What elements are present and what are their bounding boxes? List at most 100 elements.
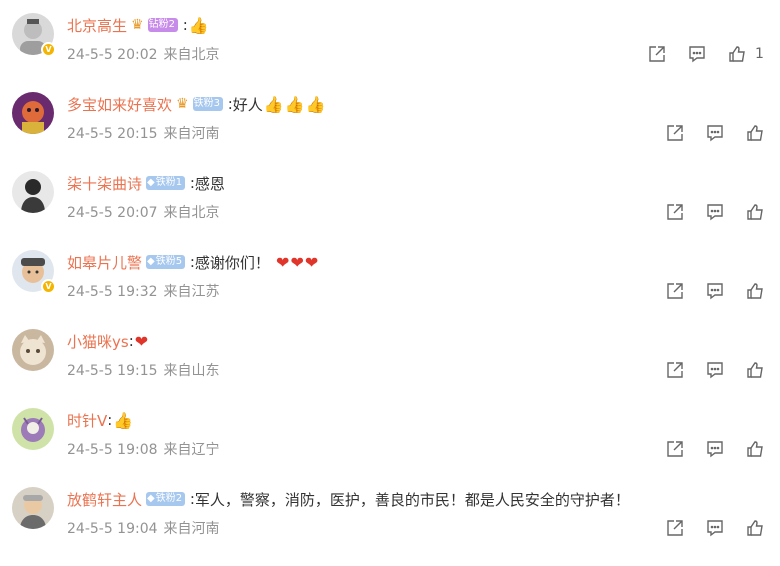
comment-time: 24-5-5 19:15	[67, 363, 158, 379]
avatar[interactable]	[12, 92, 54, 134]
thumbs-up-icon[interactable]	[745, 439, 765, 459]
comment-icon[interactable]	[705, 123, 725, 143]
colon: :	[107, 411, 113, 429]
fan-badge-label: 铁粉3	[193, 98, 220, 109]
like-count: 1	[755, 46, 764, 62]
comment-location: 来自江苏	[163, 284, 220, 300]
comment-meta: 24-5-5 20:07 来自北京	[67, 202, 220, 222]
thumbs-up-icon[interactable]	[745, 360, 765, 380]
colon: :	[128, 332, 134, 350]
comment-item: 柒十柒曲诗 ◆ 铁粉1 : 感恩 24-5-5 20:07 来自北京	[0, 171, 780, 250]
comment-actions	[665, 439, 765, 459]
thumbs-up-icon[interactable]	[745, 281, 765, 301]
username[interactable]: 多宝如来好喜欢	[67, 94, 172, 115]
thumbs-up-emoji: 👍	[263, 94, 284, 114]
colon: :	[185, 490, 195, 508]
comment-meta: 24-5-5 20:02 来自北京	[67, 44, 220, 64]
heart-emoji: ❤	[304, 252, 319, 272]
fan-badge[interactable]: ◆ 铁粉5	[146, 255, 186, 269]
avatar[interactable]	[12, 487, 54, 529]
heart-emoji: ❤	[270, 252, 290, 272]
heart-emoji: ❤	[290, 252, 304, 272]
thumbs-up-icon[interactable]	[727, 44, 747, 64]
fan-badge-label: 钻粉2	[148, 19, 175, 30]
fan-badge[interactable]: 钻粉2	[147, 18, 178, 32]
thumbs-up-emoji: 👍	[188, 15, 209, 35]
comment-meta: 24-5-5 19:32 来自江苏	[67, 281, 220, 301]
colon: :	[222, 95, 233, 113]
comment-icon[interactable]	[705, 281, 725, 301]
share-icon[interactable]	[665, 518, 685, 538]
thumbs-up-icon[interactable]	[745, 202, 765, 222]
fan-badge[interactable]: 铁粉3	[192, 97, 223, 111]
crown-icon: ♛	[131, 17, 144, 33]
username[interactable]: 北京高生	[67, 15, 127, 36]
fan-badge[interactable]: ◆ 铁粉2	[146, 492, 186, 506]
comment-icon[interactable]	[705, 202, 725, 222]
comment-item: 小猫咪ys : ❤ 24-5-5 19:15 来自山东	[0, 329, 780, 408]
fan-badge-label: 铁粉5	[155, 256, 183, 267]
comment-icon[interactable]	[705, 360, 725, 380]
fan-badge-label: 铁粉2	[155, 493, 183, 504]
comment-location: 来自辽宁	[163, 442, 220, 458]
diamond-icon: ◆	[147, 256, 155, 267]
avatar[interactable]	[12, 329, 54, 371]
share-icon[interactable]	[665, 360, 685, 380]
crown-icon: ♛	[176, 96, 189, 112]
comment-meta: 24-5-5 19:04 来自河南	[67, 518, 220, 538]
share-icon[interactable]	[647, 44, 667, 64]
comment-actions	[665, 518, 765, 538]
comment-time: 24-5-5 19:08	[67, 442, 158, 458]
comment-text: 军人，警察，消防，医护，善良的市民！都是人民安全的守护者！	[194, 490, 630, 509]
heart-emoji: ❤	[134, 331, 149, 351]
comment-location: 来自北京	[163, 47, 220, 63]
comment-actions: 1	[647, 44, 764, 64]
comment-meta: 24-5-5 19:15 来自山东	[67, 360, 220, 380]
comment-actions	[665, 202, 765, 222]
thumbs-up-icon[interactable]	[745, 518, 765, 538]
thumbs-up-icon[interactable]	[745, 123, 765, 143]
comment-meta: 24-5-5 20:15 来自河南	[67, 123, 220, 143]
comment-actions	[665, 360, 765, 380]
comment-actions	[665, 281, 765, 301]
colon: :	[185, 253, 195, 271]
verified-badge-icon: V	[41, 42, 56, 57]
comment-icon[interactable]	[705, 518, 725, 538]
comment-time: 24-5-5 19:04	[67, 521, 158, 537]
thumbs-up-emoji: 👍	[113, 410, 134, 430]
comment-text: 感恩	[194, 174, 225, 193]
comment-time: 24-5-5 20:07	[67, 205, 158, 221]
username[interactable]: 小猫咪ys	[67, 331, 129, 352]
comment-icon[interactable]	[705, 439, 725, 459]
comment-time: 24-5-5 20:15	[67, 126, 158, 142]
username[interactable]: 时针V	[67, 410, 107, 431]
username[interactable]: 放鹤轩主人	[67, 489, 142, 510]
comment-time: 24-5-5 20:02	[67, 47, 158, 63]
comment-text: 感谢你们！	[194, 253, 270, 272]
comment-icon[interactable]	[687, 44, 707, 64]
share-icon[interactable]	[665, 281, 685, 301]
share-icon[interactable]	[665, 202, 685, 222]
colon: :	[185, 174, 195, 192]
share-icon[interactable]	[665, 123, 685, 143]
diamond-icon: ◆	[147, 177, 155, 188]
comment-item: 放鹤轩主人 ◆ 铁粉2 : 军人，警察，消防，医护，善良的市民！都是人民安全的守护…	[0, 487, 780, 566]
fan-badge[interactable]: ◆ 铁粉1	[146, 176, 186, 190]
comment-location: 来自河南	[163, 521, 220, 537]
comment-time: 24-5-5 19:32	[67, 284, 158, 300]
comment-item: V 如皋片儿警 ◆ 铁粉5 : 感谢你们！ ❤ ❤ ❤ 24-5-5 19:32 来…	[0, 250, 780, 329]
comment-text: 好人	[232, 95, 263, 114]
username[interactable]: 柒十柒曲诗	[67, 173, 142, 194]
comment-location: 来自河南	[163, 126, 220, 142]
comment-item: V 北京高生 ♛ 钻粉2 : 👍 24-5-5 20:02 来自北京 1	[0, 13, 780, 92]
comment-item: 时针V : 👍 24-5-5 19:08 来自辽宁	[0, 408, 780, 487]
comment-location: 来自山东	[163, 363, 220, 379]
colon: :	[177, 16, 188, 34]
fan-badge-label: 铁粉1	[155, 177, 183, 188]
avatar[interactable]	[12, 408, 54, 450]
username[interactable]: 如皋片儿警	[67, 252, 142, 273]
comment-actions	[665, 123, 765, 143]
share-icon[interactable]	[665, 439, 685, 459]
avatar[interactable]	[12, 171, 54, 213]
verified-badge-icon: V	[41, 279, 56, 294]
